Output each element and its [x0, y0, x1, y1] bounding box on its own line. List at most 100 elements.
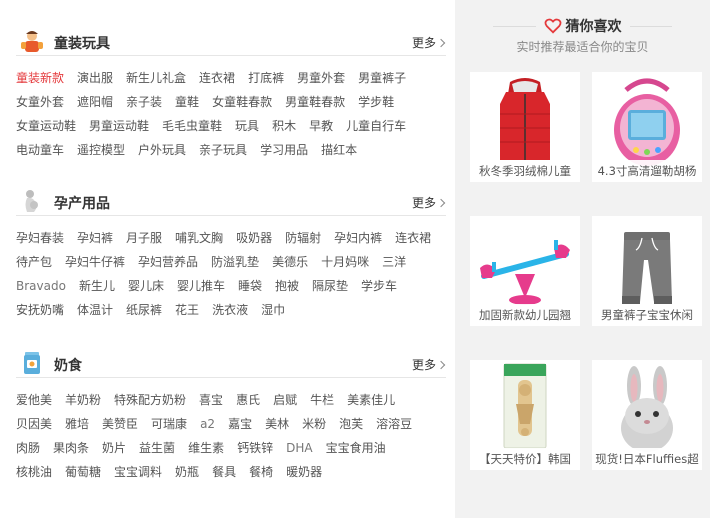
category-link[interactable]: 男童鞋春款: [285, 90, 345, 114]
category-link[interactable]: 月子服: [126, 226, 162, 250]
more-link[interactable]: 更多: [412, 356, 446, 373]
category-link[interactable]: 孕妇牛仔裤: [65, 250, 125, 274]
more-link[interactable]: 更多: [412, 194, 446, 211]
category-link[interactable]: 孕妇营养品: [138, 250, 198, 274]
category-link[interactable]: 奶片: [102, 436, 126, 460]
category-link[interactable]: 爱他美: [16, 388, 52, 412]
category-link[interactable]: 安抚奶嘴: [16, 298, 64, 322]
category-link[interactable]: 男童外套: [297, 66, 345, 90]
category-link[interactable]: 婴儿床: [128, 274, 164, 298]
category-link[interactable]: 溶溶豆: [376, 412, 412, 436]
category-link[interactable]: 羊奶粉: [65, 388, 101, 412]
category-link[interactable]: 葡萄糖: [65, 460, 101, 484]
category-link[interactable]: 美素佳儿: [347, 388, 395, 412]
category-link[interactable]: 肉肠: [16, 436, 40, 460]
category-link[interactable]: 餐具: [212, 460, 236, 484]
category-link[interactable]: 惠氏: [236, 388, 260, 412]
category-link[interactable]: 积木: [272, 114, 296, 138]
category-link[interactable]: 学习用品: [260, 138, 308, 162]
category-link[interactable]: 亲子装: [126, 90, 162, 114]
category-link[interactable]: 学步鞋: [358, 90, 394, 114]
category-link[interactable]: 女童鞋春款: [212, 90, 272, 114]
category-link[interactable]: 抱被: [275, 274, 299, 298]
product-card[interactable]: 男童裤子宝宝休闲: [592, 216, 702, 326]
category-link[interactable]: 新生儿礼盒: [126, 66, 186, 90]
product-card[interactable]: 【天天特价】韩国: [470, 360, 580, 470]
category-link[interactable]: 宝宝食用油: [326, 436, 386, 460]
product-card[interactable]: 秋冬季羽绒棉儿童: [470, 72, 580, 182]
category-link[interactable]: 哺乳文胸: [175, 226, 223, 250]
category-link[interactable]: 孕妇春装: [16, 226, 64, 250]
category-link[interactable]: 美林: [265, 412, 289, 436]
category-link[interactable]: 童装新款: [16, 66, 64, 90]
category-link[interactable]: 孕妇内裤: [334, 226, 382, 250]
category-link[interactable]: 婴儿推车: [177, 274, 225, 298]
category-link[interactable]: 演出服: [77, 66, 113, 90]
category-link[interactable]: 牛栏: [310, 388, 334, 412]
category-link[interactable]: 宝宝调料: [114, 460, 162, 484]
category-link[interactable]: 描红本: [321, 138, 357, 162]
category-link[interactable]: 毛毛虫童鞋: [162, 114, 222, 138]
category-link[interactable]: Bravado: [16, 274, 66, 298]
category-link[interactable]: 连衣裙: [395, 226, 431, 250]
category-link[interactable]: 早教: [309, 114, 333, 138]
category-link[interactable]: 防溢乳垫: [211, 250, 259, 274]
category-link[interactable]: 暖奶器: [286, 460, 322, 484]
category-link[interactable]: 三洋: [382, 250, 406, 274]
category-link[interactable]: 男童运动鞋: [89, 114, 149, 138]
product-card[interactable]: 现货!日本Fluffies超: [592, 360, 702, 470]
category-link[interactable]: 米粉: [302, 412, 326, 436]
category-link[interactable]: 防辐射: [285, 226, 321, 250]
category-link[interactable]: 男童裤子: [358, 66, 406, 90]
category-link[interactable]: 连衣裙: [199, 66, 235, 90]
category-link[interactable]: 果肉条: [53, 436, 89, 460]
category-link[interactable]: 童鞋: [175, 90, 199, 114]
category-link[interactable]: 可瑞康: [151, 412, 187, 436]
category-link[interactable]: 启赋: [273, 388, 297, 412]
chevron-right-icon: [436, 38, 446, 48]
category-link[interactable]: 十月妈咪: [321, 250, 369, 274]
category-link[interactable]: 遥控模型: [77, 138, 125, 162]
category-link[interactable]: 奶瓶: [175, 460, 199, 484]
category-link[interactable]: 美赞臣: [102, 412, 138, 436]
category-link[interactable]: 雅培: [65, 412, 89, 436]
category-link[interactable]: 待产包: [16, 250, 52, 274]
more-link[interactable]: 更多: [412, 34, 446, 51]
category-link[interactable]: 遮阳帽: [77, 90, 113, 114]
category-link[interactable]: 纸尿裤: [126, 298, 162, 322]
category-link[interactable]: 泡芙: [339, 412, 363, 436]
category-link[interactable]: 户外玩具: [138, 138, 186, 162]
category-link[interactable]: 新生儿: [79, 274, 115, 298]
category-link[interactable]: 喜宝: [199, 388, 223, 412]
category-link[interactable]: 美德乐: [272, 250, 308, 274]
product-card[interactable]: 加固新款幼儿园翘: [470, 216, 580, 326]
category-link[interactable]: 女童外套: [16, 90, 64, 114]
category-link[interactable]: 花王: [175, 298, 199, 322]
category-link[interactable]: 体温计: [77, 298, 113, 322]
category-link[interactable]: 隔尿垫: [312, 274, 348, 298]
guess-subtitle: 实时推荐最适合你的宝贝: [516, 40, 649, 54]
category-link[interactable]: 贝因美: [16, 412, 52, 436]
category-link[interactable]: 钙铁锌: [237, 436, 273, 460]
category-link[interactable]: 学步车: [361, 274, 397, 298]
category-link[interactable]: 核桃油: [16, 460, 52, 484]
category-link[interactable]: DHA: [286, 436, 312, 460]
category-link[interactable]: 特殊配方奶粉: [114, 388, 186, 412]
category-link[interactable]: 吸奶器: [236, 226, 272, 250]
category-link[interactable]: 湿巾: [261, 298, 285, 322]
category-link[interactable]: 餐椅: [249, 460, 273, 484]
product-card[interactable]: 4.3寸高清遛勒胡杨: [592, 72, 702, 182]
category-link[interactable]: 打底裤: [248, 66, 284, 90]
category-link[interactable]: a2: [200, 412, 215, 436]
category-link[interactable]: 女童运动鞋: [16, 114, 76, 138]
category-link[interactable]: 儿童自行车: [346, 114, 406, 138]
category-link[interactable]: 孕妇裤: [77, 226, 113, 250]
category-link[interactable]: 益生菌: [139, 436, 175, 460]
category-link[interactable]: 嘉宝: [228, 412, 252, 436]
category-link[interactable]: 电动童车: [16, 138, 64, 162]
category-link[interactable]: 维生素: [188, 436, 224, 460]
category-link[interactable]: 睡袋: [238, 274, 262, 298]
category-link[interactable]: 洗衣液: [212, 298, 248, 322]
category-link[interactable]: 亲子玩具: [199, 138, 247, 162]
category-link[interactable]: 玩具: [235, 114, 259, 138]
